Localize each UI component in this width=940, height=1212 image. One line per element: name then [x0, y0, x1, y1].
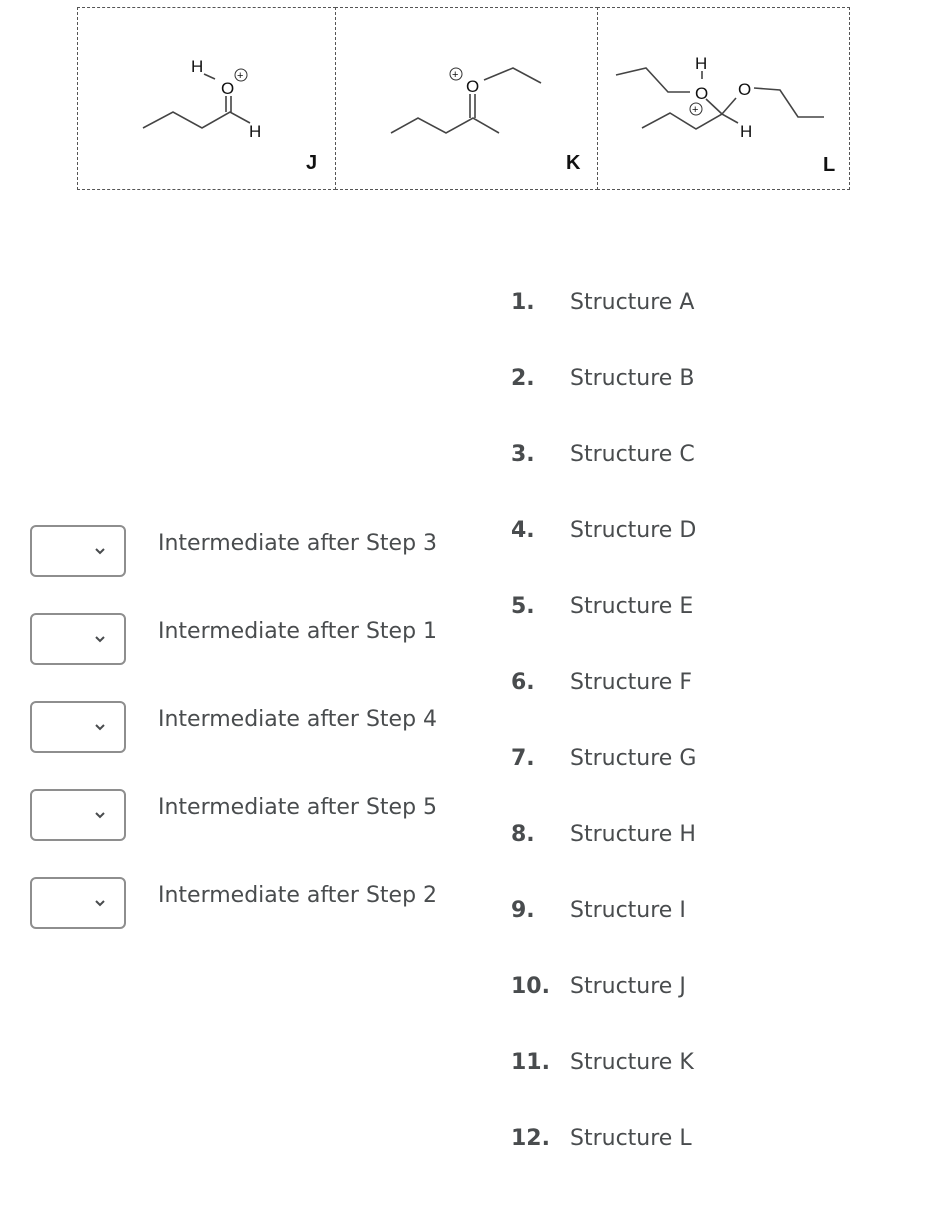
option-number: 10. — [511, 974, 550, 999]
chevron-down-icon — [95, 812, 105, 819]
atom-h: H — [249, 122, 261, 141]
structure-label: J — [306, 152, 318, 174]
match-label: Intermediate after Step 1 — [158, 619, 438, 644]
match-label: Intermediate after Step 4 — [158, 707, 438, 732]
option-number: 6. — [511, 670, 535, 695]
structure-panel: H O H + J O + K H O O H + L — [77, 7, 850, 190]
option-text: Structure H — [570, 822, 696, 847]
match-label: Intermediate after Step 2 — [158, 883, 438, 908]
svg-text:+: + — [237, 70, 243, 82]
structure-label: L — [823, 154, 836, 176]
oh-bond — [203, 73, 216, 80]
carbon-chain — [390, 117, 500, 134]
option-number: 7. — [511, 746, 535, 771]
answer-dropdown[interactable] — [30, 701, 126, 753]
option-number: 11. — [511, 1050, 550, 1075]
option-number: 12. — [511, 1126, 550, 1151]
option-number: 5. — [511, 594, 535, 619]
structure-j-drawing: H O H + — [142, 57, 261, 141]
option-number: 4. — [511, 518, 535, 543]
option-text: Structure I — [570, 898, 686, 923]
atom-o: O — [738, 80, 751, 99]
propyl-chain-left — [615, 67, 690, 93]
propyl-chain-right — [753, 87, 824, 118]
positive-charge-icon: + — [689, 102, 703, 116]
chevron-down-icon — [95, 636, 105, 643]
match-label: Intermediate after Step 3 — [158, 531, 438, 556]
option-text: Structure E — [570, 594, 694, 619]
atom-h: H — [191, 57, 203, 76]
atom-o: O — [221, 79, 234, 98]
match-label: Intermediate after Step 5 — [158, 795, 438, 820]
option-number: 2. — [511, 366, 535, 391]
structure-label: K — [566, 152, 581, 174]
atom-h: H — [695, 54, 707, 73]
atom-h: H — [740, 122, 752, 141]
co-bond — [705, 98, 723, 115]
atom-o: O — [695, 84, 708, 103]
answer-dropdown[interactable] — [30, 613, 126, 665]
structure-k-drawing: O + — [390, 67, 542, 134]
butyl-chain — [641, 112, 739, 130]
ethyl-chain — [483, 67, 542, 84]
option-number: 1. — [511, 290, 535, 315]
option-number: 8. — [511, 822, 535, 847]
chevron-down-icon — [95, 548, 105, 555]
option-text: Structure L — [570, 1126, 692, 1151]
answer-dropdown[interactable] — [30, 877, 126, 929]
option-number: 3. — [511, 442, 535, 467]
carbon-chain — [142, 111, 251, 129]
answer-dropdown[interactable] — [30, 525, 126, 577]
atom-o: O — [466, 77, 479, 96]
svg-text:+: + — [452, 69, 458, 81]
positive-charge-icon: + — [449, 67, 463, 81]
positive-charge-icon: + — [234, 68, 248, 82]
chevron-down-icon — [95, 900, 105, 907]
option-text: Structure F — [570, 670, 692, 695]
option-text: Structure G — [570, 746, 697, 771]
option-text: Structure A — [570, 290, 695, 315]
option-text: Structure D — [570, 518, 697, 543]
option-text: Structure C — [570, 442, 695, 467]
chevron-down-icon — [95, 724, 105, 731]
co-bond — [721, 97, 737, 115]
structure-box-j: H O H + J — [77, 7, 336, 190]
option-number: 9. — [511, 898, 535, 923]
answer-dropdown[interactable] — [30, 789, 126, 841]
structure-l-drawing: H O O H + — [615, 54, 824, 141]
structure-box-l: H O O H + L — [597, 7, 850, 190]
option-text: Structure K — [570, 1050, 694, 1075]
structure-box-k: O + K — [335, 7, 598, 190]
option-text: Structure J — [570, 974, 686, 999]
option-text: Structure B — [570, 366, 695, 391]
svg-text:+: + — [692, 104, 698, 116]
